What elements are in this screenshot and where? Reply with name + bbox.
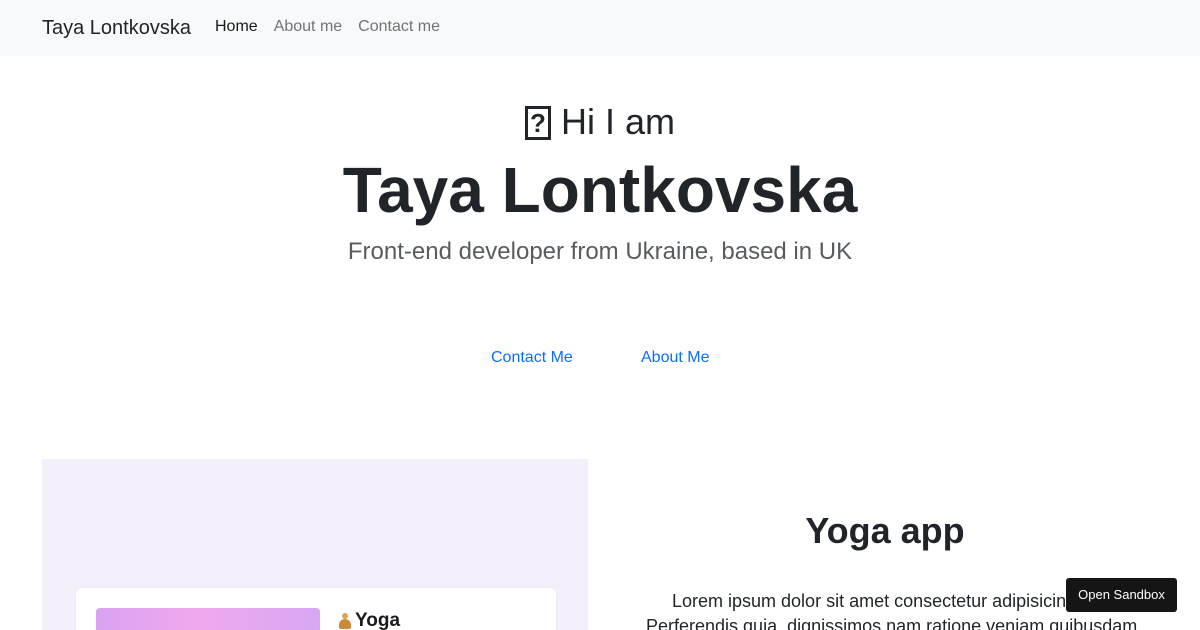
nav-link-about-me[interactable]: About me [274, 17, 342, 37]
preview-app-title-text: Yoga [355, 610, 401, 630]
hero-name: Taya Lontkovska [342, 154, 858, 226]
open-sandbox-button[interactable]: Open Sandbox [1066, 578, 1177, 612]
about-me-button[interactable]: About Me [641, 348, 709, 368]
project-description-line-2: Perferendis quia, dignissimos nam ration… [646, 616, 1138, 630]
yoga-person-icon [337, 612, 353, 630]
nav-links: Home About me Contact me [215, 17, 440, 37]
preview-hero-image [96, 608, 320, 630]
hero-tagline: Front-end developer from Ukraine, based … [347, 238, 853, 265]
contact-me-button[interactable]: Contact Me [491, 348, 573, 368]
project-title: Yoga app [805, 510, 965, 551]
wave-emoji-icon [524, 106, 551, 140]
greeting-text: Hi I am [560, 101, 675, 142]
nav-link-home[interactable]: Home [215, 17, 258, 37]
preview-app-title: Yoga [337, 609, 400, 630]
project-preview-image[interactable]: Yoga [42, 459, 588, 630]
navbar: Taya Lontkovska Home About me Contact me [0, 0, 1200, 56]
nav-link-contact-me[interactable]: Contact me [358, 17, 440, 37]
preview-card: Yoga [76, 588, 556, 630]
navbar-brand[interactable]: Taya Lontkovska [42, 15, 191, 41]
hero-greeting: Hi I am [0, 100, 1200, 144]
